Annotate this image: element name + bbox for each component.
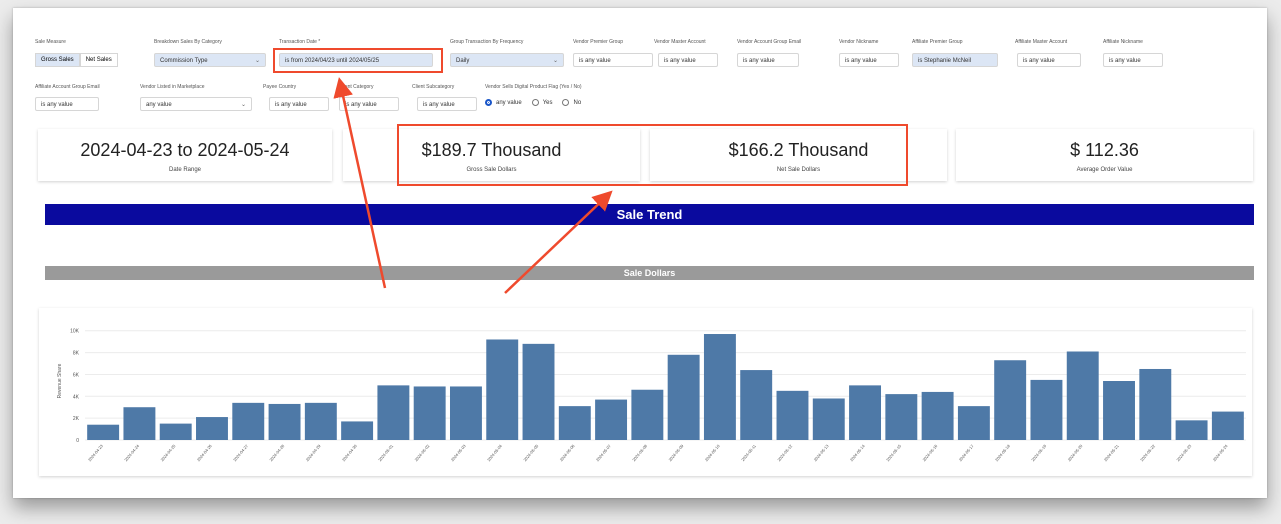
arrow-to-date-filter [333,77,387,289]
dashboard-frame: Sale Measure Gross Sales Net Sales Break… [13,8,1267,498]
annotation-arrows [333,77,613,294]
arrow-to-kpis [504,190,613,294]
